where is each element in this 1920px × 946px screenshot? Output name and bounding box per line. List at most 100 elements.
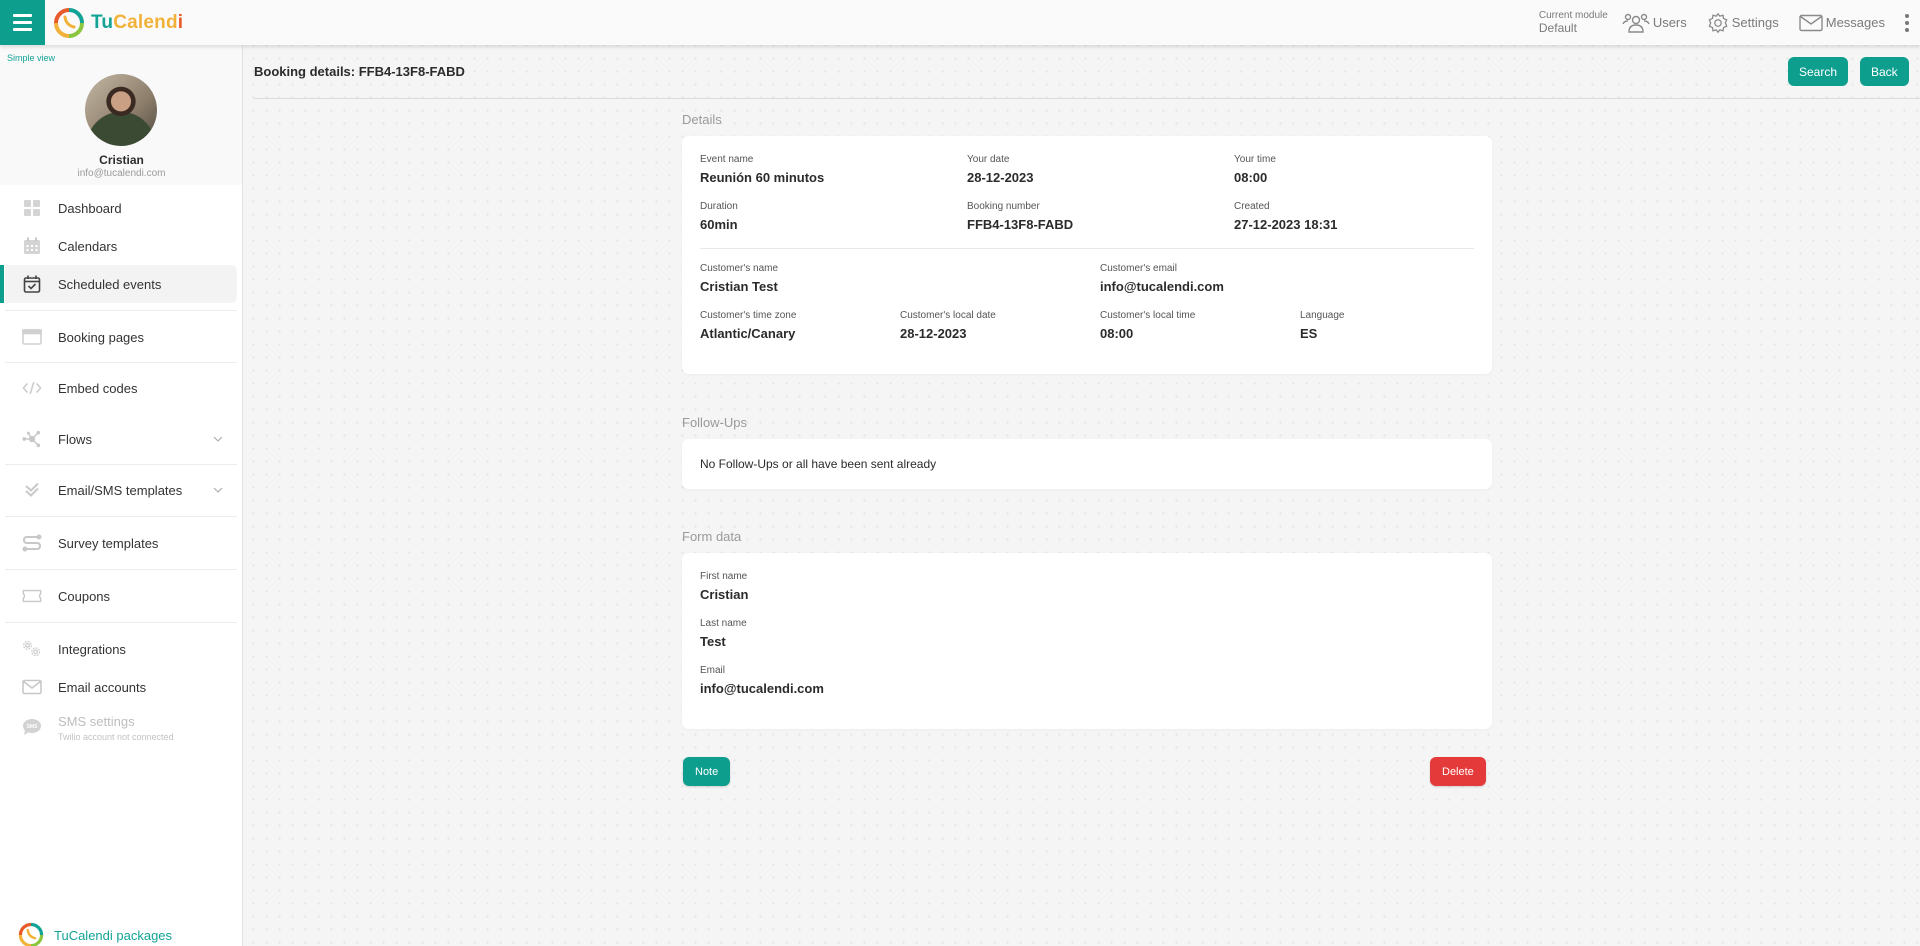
nav-spacer — [0, 407, 242, 420]
field-label: Duration — [700, 201, 738, 212]
sms-settings-sublabel: Twilio account not connected — [58, 732, 174, 742]
hamburger-menu-button[interactable] — [0, 0, 45, 45]
page-title: Booking details: FFB4-13F8-FABD — [254, 64, 465, 79]
field-label: Customer's local date — [900, 310, 996, 321]
email-field: Email info@tucalendi.com — [700, 665, 824, 696]
language-field: Language ES — [1300, 310, 1345, 341]
sidebar-item-calendars[interactable]: Calendars — [5, 227, 237, 265]
field-label: Customer's time zone — [700, 310, 797, 321]
field-value: 08:00 — [1100, 326, 1134, 341]
field-label: Language — [1300, 310, 1345, 321]
sidebar-item-booking-pages[interactable]: Booking pages — [5, 318, 237, 356]
field-value: FFB4-13F8-FABD — [967, 217, 1074, 232]
sidebar-item-email-sms-templates[interactable]: Email/SMS templates — [5, 471, 237, 509]
users-link-label: Users — [1652, 15, 1687, 30]
flows-icon — [22, 429, 42, 449]
messages-link[interactable]: Messages — [1799, 14, 1885, 32]
envelope-icon — [22, 677, 42, 697]
sidebar-item-label: Embed codes — [58, 380, 138, 396]
customer-name-field: Customer's name Cristian Test — [700, 263, 778, 294]
field-value: Cristian — [700, 587, 749, 602]
note-button[interactable]: Note — [683, 757, 731, 786]
back-button[interactable]: Back — [1860, 57, 1909, 86]
sidebar-item-flows[interactable]: Flows — [5, 420, 237, 458]
sidebar-item-dashboard[interactable]: Dashboard — [5, 189, 237, 227]
kebab-dot — [1905, 27, 1909, 32]
sidebar-item-label: Dashboard — [58, 200, 122, 216]
settings-link-label: Settings — [1731, 15, 1779, 30]
customer-local-date-field: Customer's local date 28-12-2023 — [900, 310, 996, 341]
brand-logo-link[interactable]: TuCalendi — [53, 7, 183, 39]
gears-icon — [22, 639, 42, 659]
users-link[interactable]: Users — [1622, 12, 1687, 34]
brand-name: TuCalendi — [91, 12, 183, 34]
sidebar-item-label: Calendars — [58, 238, 118, 254]
survey-icon — [22, 533, 42, 553]
hamburger-line — [13, 14, 32, 17]
customer-local-time-field: Customer's local time 08:00 — [1100, 310, 1195, 341]
sidebar-item-coupons[interactable]: Coupons — [5, 577, 237, 615]
booking-number-field: Booking number FFB4-13F8-FABD — [967, 201, 1073, 232]
messages-link-label: Messages — [1825, 15, 1885, 30]
followups-section-title: Follow-Ups — [682, 415, 748, 430]
sidebar-item-embed-codes[interactable]: Embed codes — [5, 369, 237, 407]
current-module-label: Current module — [1538, 10, 1608, 21]
profile-panel: Simple view Cristian info@tucalendi.com — [0, 45, 242, 185]
field-value: 60min — [700, 217, 738, 232]
your-time-field: Your time 08:00 — [1234, 154, 1276, 185]
calendar-check-icon — [22, 274, 42, 294]
settings-link[interactable]: Settings — [1707, 12, 1779, 34]
tucalendi-packages-link[interactable]: TuCalendi packages — [18, 922, 172, 946]
field-label: Your time — [1234, 154, 1276, 165]
title-divider — [254, 98, 1920, 99]
sidebar-item-integrations[interactable]: Integrations — [5, 630, 237, 668]
sidebar-item-label: Email/SMS templates — [58, 482, 183, 498]
packages-label: TuCalendi packages — [54, 927, 173, 943]
last-name-field: Last name Test — [700, 618, 747, 649]
chevron-down-icon[interactable] — [213, 487, 223, 493]
sidebar: Simple view Cristian info@tucalendi.com … — [0, 45, 243, 946]
nav-divider — [5, 310, 237, 311]
kebab-menu-icon[interactable] — [1905, 13, 1909, 32]
field-label: Email — [700, 665, 726, 676]
search-button[interactable]: Search — [1788, 57, 1849, 86]
sms-bubble-icon: SMS — [22, 717, 42, 737]
field-value: Cristian Test — [700, 279, 778, 294]
sidebar-item-label: Survey templates — [58, 535, 159, 551]
field-value: 28-12-2023 — [900, 326, 967, 341]
main-content: Booking details: FFB4-13F8-FABD Search B… — [244, 45, 1920, 946]
current-module[interactable]: Current module Default — [1538, 10, 1608, 35]
field-value: ES — [1300, 326, 1318, 341]
svg-text:SMS: SMS — [27, 724, 39, 730]
hamburger-line — [13, 28, 32, 31]
double-check-icon — [22, 480, 42, 500]
browser-window-icon — [22, 327, 42, 347]
event-name-field: Event name Reunión 60 minutos — [700, 154, 824, 185]
field-value: info@tucalendi.com — [700, 681, 824, 696]
field-value: Reunión 60 minutos — [700, 170, 825, 185]
envelope-icon — [1799, 14, 1823, 31]
sidebar-item-survey-templates[interactable]: Survey templates — [5, 524, 237, 562]
field-value: info@tucalendi.com — [1100, 279, 1224, 294]
sidebar-item-label: Integrations — [58, 641, 126, 657]
customer-timezone-field: Customer's time zone Atlantic/Canary — [700, 310, 796, 341]
created-field: Created 27-12-2023 18:31 — [1234, 201, 1337, 232]
sidebar-item-sms-settings[interactable]: SMS SMS settings Twilio account not conn… — [5, 706, 237, 748]
field-value: 28-12-2023 — [967, 170, 1034, 185]
sidebar-item-email-accounts[interactable]: Email accounts — [5, 668, 237, 706]
field-label: Last name — [700, 618, 747, 629]
avatar[interactable] — [85, 74, 157, 146]
sidebar-nav: Dashboard Calendars Scheduled events Boo… — [0, 189, 242, 748]
details-card: Event name Reunión 60 minutos Your date … — [682, 136, 1492, 374]
delete-button[interactable]: Delete — [1430, 757, 1486, 786]
sidebar-item-label: SMS settings — [58, 714, 135, 729]
field-label: Your date — [967, 154, 1010, 165]
nav-divider — [5, 362, 237, 363]
sidebar-item-label: Scheduled events — [58, 276, 162, 292]
field-label: Customer's email — [1100, 263, 1177, 274]
nav-divider — [5, 569, 237, 570]
chevron-down-icon[interactable] — [213, 436, 223, 442]
sidebar-item-scheduled-events[interactable]: Scheduled events — [0, 265, 237, 303]
ticket-icon — [22, 586, 42, 606]
simple-view-link[interactable]: Simple view — [7, 53, 55, 63]
